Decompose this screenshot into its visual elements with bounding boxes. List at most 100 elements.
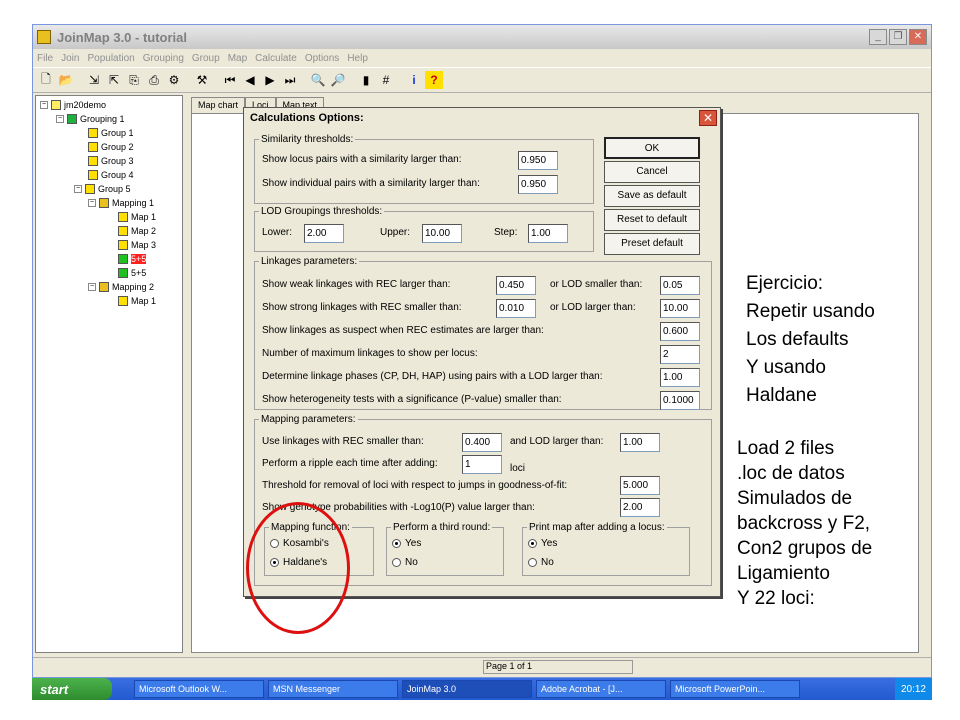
- similarity-locus-label: Show locus pairs with a similarity large…: [262, 154, 462, 165]
- print-icon[interactable]: ⎙: [145, 71, 163, 89]
- ripple-input[interactable]: 1: [462, 455, 502, 474]
- settings-icon[interactable]: ⚙: [165, 71, 183, 89]
- tree-map-3[interactable]: Map 3: [118, 238, 156, 252]
- strong-rec-label: Show strong linkages with REC smaller th…: [262, 302, 462, 313]
- menu-options[interactable]: Options: [305, 53, 339, 64]
- weak-rec-input[interactable]: 0.450: [496, 276, 536, 295]
- collapse-icon[interactable]: −: [88, 199, 96, 207]
- tree-mapping-1[interactable]: − Mapping 1: [88, 196, 154, 210]
- tree-group-5[interactable]: − Group 5: [74, 182, 131, 196]
- weak-lod-input[interactable]: 0.05: [660, 276, 700, 295]
- first-icon[interactable]: ⏮: [221, 71, 239, 89]
- copy-icon[interactable]: ⎘: [125, 71, 143, 89]
- minimize-button[interactable]: _: [869, 29, 887, 45]
- menu-calculate[interactable]: Calculate: [255, 53, 297, 64]
- mapping-icon: [99, 198, 109, 208]
- task-msn[interactable]: MSN Messenger: [268, 680, 398, 698]
- menu-join[interactable]: Join: [61, 53, 79, 64]
- last-icon[interactable]: ⏭: [281, 71, 299, 89]
- tree-root[interactable]: − jm20demo: [40, 98, 106, 112]
- task-joinmap[interactable]: JoinMap 3.0: [402, 680, 532, 698]
- zoom-in-icon[interactable]: 🔎: [329, 71, 347, 89]
- clock: 20:12: [900, 683, 926, 695]
- similarity-locus-input[interactable]: 0.950: [518, 151, 558, 170]
- tree-grouping[interactable]: − Grouping 1: [56, 112, 125, 126]
- suspect-input[interactable]: 0.600: [660, 322, 700, 341]
- page-indicator: Page 1 of 1: [483, 660, 633, 674]
- print-map-yes-radio[interactable]: Yes: [528, 538, 557, 549]
- tools-icon[interactable]: ⚒: [193, 71, 211, 89]
- map-icon: [118, 254, 128, 264]
- dialog-close-button[interactable]: ✕: [699, 110, 717, 126]
- phase-label: Determine linkage phases (CP, DH, HAP) u…: [262, 371, 603, 382]
- exercise-note: Ejercicio: Repetir usando Los defaults Y…: [746, 273, 875, 406]
- restore-button[interactable]: ❐: [889, 29, 907, 45]
- max-linkages-input[interactable]: 2: [660, 345, 700, 364]
- menu-population[interactable]: Population: [87, 53, 134, 64]
- tree-mapping-2[interactable]: − Mapping 2: [88, 280, 154, 294]
- lod-upper-input[interactable]: 10.00: [422, 224, 462, 243]
- ok-button[interactable]: OK: [604, 137, 700, 159]
- tree-group-3[interactable]: Group 3: [88, 154, 134, 168]
- similarity-individual-label: Show individual pairs with a similarity …: [262, 178, 480, 189]
- similarity-individual-input[interactable]: 0.950: [518, 175, 558, 194]
- chart-icon[interactable]: ▮: [357, 71, 375, 89]
- phase-input[interactable]: 1.00: [660, 368, 700, 387]
- zoom-out-icon[interactable]: 🔍: [309, 71, 327, 89]
- menu-group[interactable]: Group: [192, 53, 220, 64]
- preset-default-button[interactable]: Preset default: [604, 233, 700, 255]
- close-button[interactable]: ✕: [909, 29, 927, 45]
- task-acrobat[interactable]: Adobe Acrobat - [J...: [536, 680, 666, 698]
- tree-map-1[interactable]: Map 1: [118, 210, 156, 224]
- heterogeneity-input[interactable]: 0.1000: [660, 391, 700, 410]
- threshold-input[interactable]: 5.000: [620, 476, 660, 495]
- collapse-icon[interactable]: −: [56, 115, 64, 123]
- lod-lower-input[interactable]: 2.00: [304, 224, 344, 243]
- next-icon[interactable]: ▶: [261, 71, 279, 89]
- tree-group-4[interactable]: Group 4: [88, 168, 134, 182]
- export-icon[interactable]: ⇱: [105, 71, 123, 89]
- collapse-icon[interactable]: −: [74, 185, 82, 193]
- cancel-button[interactable]: Cancel: [604, 161, 700, 183]
- map-icon: [118, 212, 128, 222]
- menu-grouping[interactable]: Grouping: [143, 53, 184, 64]
- mapping-lod-input[interactable]: 1.00: [620, 433, 660, 452]
- prev-icon[interactable]: ◀: [241, 71, 259, 89]
- map-icon: [118, 226, 128, 236]
- mapping-rec-input[interactable]: 0.400: [462, 433, 502, 452]
- task-outlook[interactable]: Microsoft Outlook W...: [134, 680, 264, 698]
- map-icon: [118, 296, 128, 306]
- tree-group-2[interactable]: Group 2: [88, 140, 134, 154]
- info-icon[interactable]: i: [405, 71, 423, 89]
- strong-lod-input[interactable]: 10.00: [660, 299, 700, 318]
- tree-group-1[interactable]: Group 1: [88, 126, 134, 140]
- tree-map-2[interactable]: Map 2: [118, 224, 156, 238]
- third-round-yes-radio[interactable]: Yes: [392, 538, 421, 549]
- new-file-icon[interactable]: 🗋: [37, 71, 55, 89]
- start-button[interactable]: start: [32, 678, 112, 700]
- load-files-note: Load 2 files .loc de datos Simulados de …: [737, 438, 873, 609]
- grid-icon[interactable]: #: [377, 71, 395, 89]
- third-round-no-radio[interactable]: No: [392, 557, 418, 568]
- tree-map-5[interactable]: 5+5: [118, 266, 146, 280]
- help-icon[interactable]: ?: [425, 71, 443, 89]
- print-map-no-radio[interactable]: No: [528, 557, 554, 568]
- suspect-label: Show linkages as suspect when REC estima…: [262, 325, 544, 336]
- tab-map-chart[interactable]: Map chart: [191, 97, 246, 113]
- open-folder-icon[interactable]: 📂: [57, 71, 75, 89]
- menu-file[interactable]: File: [37, 53, 53, 64]
- genotype-input[interactable]: 2.00: [620, 498, 660, 517]
- task-powerpoint[interactable]: Microsoft PowerPoin...: [670, 680, 800, 698]
- collapse-icon[interactable]: −: [88, 283, 96, 291]
- lod-upper-label: Upper:: [380, 227, 411, 238]
- collapse-icon[interactable]: −: [40, 101, 48, 109]
- strong-rec-input[interactable]: 0.010: [496, 299, 536, 318]
- lod-step-input[interactable]: 1.00: [528, 224, 568, 243]
- import-icon[interactable]: ⇲: [85, 71, 103, 89]
- tree-map-4[interactable]: 5+5: [118, 252, 147, 266]
- menu-help[interactable]: Help: [347, 53, 368, 64]
- tree-map-2-1[interactable]: Map 1: [118, 294, 156, 308]
- menu-map[interactable]: Map: [228, 53, 247, 64]
- reset-to-default-button[interactable]: Reset to default: [604, 209, 700, 231]
- save-as-default-button[interactable]: Save as default: [604, 185, 700, 207]
